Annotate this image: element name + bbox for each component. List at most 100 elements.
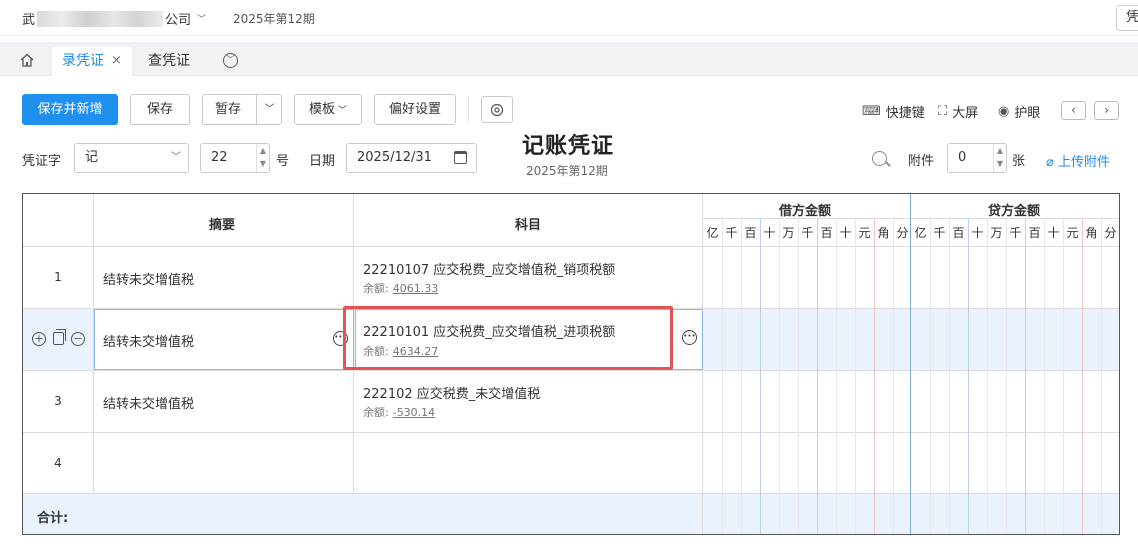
delete-row-icon[interactable]: − — [71, 332, 85, 346]
tab-record-voucher[interactable]: 录凭证 × — [52, 47, 132, 76]
tab-bar: 录凭证 × 查凭证 ﹀ — [0, 42, 1138, 76]
save-button[interactable]: 保存 — [130, 94, 190, 125]
voucher-word-select[interactable]: 记 ﹀ — [74, 143, 189, 173]
digit-header-debit: 十 — [763, 226, 776, 240]
header-debit: 借方金额 — [779, 204, 832, 219]
chevron-down-icon: ﹀ — [197, 15, 207, 25]
digit-divider — [968, 218, 969, 534]
attachment-stepper[interactable]: ▲ ▼ — [993, 144, 1006, 172]
company-name-suffix: 公司 — [165, 13, 192, 28]
company-name-prefix: 武 — [22, 13, 36, 28]
fullscreen-icon: ⛶ — [938, 104, 948, 119]
subject-options-icon[interactable]: ••• — [682, 330, 697, 345]
digit-divider — [798, 218, 799, 534]
subject-cell[interactable]: 222102 应交税费_未交增值税 — [363, 383, 540, 402]
balance-value[interactable]: -530.14 — [393, 406, 435, 419]
digit-divider — [760, 218, 761, 534]
col-divider — [910, 194, 911, 534]
voucher-entry-table: 摘要 科目 借方金额 贷方金额 亿千百十万千百十元角分亿千百十万千百十元角分 1… — [22, 193, 1120, 535]
date-value: 2025/12/31 — [357, 150, 432, 165]
current-period: 2025年第12期 — [233, 12, 315, 26]
gear-icon — [490, 103, 504, 117]
summary-cell[interactable]: 结转未交增值税 — [103, 393, 194, 412]
digit-header-debit: 百 — [744, 226, 757, 240]
paperclip-icon: ⌀ — [1046, 155, 1054, 170]
digit-header-credit: 百 — [952, 226, 965, 240]
voucher-number-input[interactable]: 22 ▲ ▼ — [200, 143, 270, 173]
digit-header-credit: 千 — [933, 226, 946, 240]
tab-label: 录凭证 — [62, 53, 104, 69]
close-icon[interactable]: × — [111, 47, 122, 75]
digit-header-debit: 十 — [839, 226, 852, 240]
digit-header-credit: 十 — [971, 226, 984, 240]
digit-header-debit: 角 — [877, 226, 890, 240]
prev-voucher-button[interactable]: ‹ — [1061, 101, 1086, 120]
balance-label: 余额: — [363, 406, 389, 419]
tab-query-voucher[interactable]: 查凭证 — [148, 47, 190, 76]
calendar-icon — [454, 151, 467, 164]
digit-header-debit: 元 — [858, 226, 871, 240]
temp-save-button[interactable]: 暂存 ﹀ — [202, 94, 282, 125]
header-summary: 摘要 — [209, 218, 236, 233]
attachment-count-input[interactable]: 0 ▲ ▼ — [947, 143, 1007, 173]
date-picker[interactable]: 2025/12/31 — [346, 143, 477, 173]
copy-row-icon[interactable] — [53, 329, 66, 345]
subject-cell[interactable]: 22210107 应交税费_应交增值税_销项税额 — [363, 259, 615, 278]
next-voucher-button[interactable]: › — [1094, 101, 1119, 120]
digit-header-credit: 千 — [1009, 226, 1022, 240]
header-subject: 科目 — [515, 218, 542, 233]
voucher-corner-button[interactable]: 凭 — [1116, 5, 1138, 31]
balance-label: 余额: — [363, 282, 389, 295]
total-row — [23, 493, 1119, 534]
balance-value[interactable]: 4061.33 — [393, 282, 439, 295]
summary-cell[interactable]: 结转未交增值税 — [103, 331, 194, 350]
row-number: 4 — [54, 456, 62, 470]
voucher-word-value: 记 — [85, 150, 99, 165]
balance-text: 余额: -530.14 — [363, 404, 435, 420]
number-stepper[interactable]: ▲ ▼ — [256, 144, 269, 172]
save-and-new-button[interactable]: 保存并新增 — [22, 94, 118, 125]
digit-divider — [1101, 218, 1102, 534]
digit-header-debit: 百 — [820, 226, 833, 240]
highlight-annotation-box — [343, 306, 673, 370]
digit-header-debit: 千 — [801, 226, 814, 240]
chevron-down-icon[interactable]: ﹀ — [256, 95, 282, 124]
digit-divider — [1025, 218, 1026, 534]
summary-cell[interactable]: 结转未交增值税 — [103, 269, 194, 288]
eye-care-button[interactable]: ◉ 护眼 — [998, 102, 1040, 121]
chevron-down-icon: ﹀ — [335, 106, 347, 116]
fullscreen-label: 大屏 — [952, 106, 979, 121]
settings-button[interactable] — [481, 96, 513, 123]
preferences-button[interactable]: 偏好设置 — [374, 94, 456, 125]
digit-header-debit: 万 — [782, 226, 795, 240]
template-button[interactable]: 模板 ﹀ — [294, 94, 362, 125]
shortcuts-button[interactable]: ⌨ 快捷键 — [862, 102, 925, 121]
eye-icon: ◉ — [998, 104, 1010, 119]
date-label: 日期 — [309, 154, 336, 169]
eye-care-label: 护眼 — [1014, 106, 1041, 121]
home-icon[interactable] — [19, 52, 35, 68]
digit-header-debit: 分 — [896, 226, 909, 240]
digit-divider — [930, 218, 931, 534]
digit-divider — [1063, 218, 1064, 534]
voucher-number-suffix: 号 — [276, 154, 290, 169]
digit-header-debit: 千 — [725, 226, 738, 240]
balance-text: 余额: 4061.33 — [363, 280, 438, 296]
fullscreen-button[interactable]: ⛶ 大屏 — [938, 102, 978, 121]
digit-divider — [1006, 218, 1007, 534]
attachment-unit: 张 — [1012, 154, 1026, 169]
search-icon[interactable] — [872, 151, 887, 166]
digit-header-credit: 亿 — [914, 226, 927, 240]
digit-divider — [779, 218, 780, 534]
digit-divider — [1044, 218, 1045, 534]
upload-attachment-link[interactable]: ⌀ 上传附件 — [1046, 151, 1110, 170]
header-credit: 贷方金额 — [988, 204, 1041, 219]
voucher-number-value: 22 — [211, 150, 228, 165]
row-number: 3 — [54, 394, 62, 408]
digit-divider — [987, 218, 988, 534]
company-selector[interactable]: 武 公司 ﹀ — [22, 9, 206, 28]
row-number: 1 — [54, 270, 62, 284]
add-row-icon[interactable]: + — [32, 332, 46, 346]
company-name-redacted — [37, 10, 164, 27]
chevron-down-circle-icon[interactable]: ﹀ — [223, 53, 238, 68]
